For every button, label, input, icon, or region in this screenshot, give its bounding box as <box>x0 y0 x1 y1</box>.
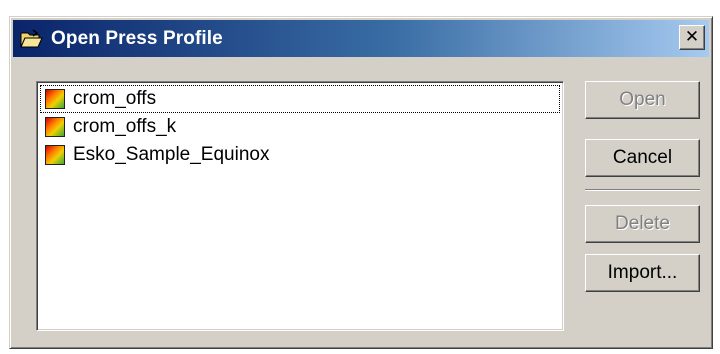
cancel-button[interactable]: Cancel <box>585 139 700 177</box>
title-bar[interactable]: Open Press Profile ✕ <box>13 20 709 57</box>
delete-button[interactable]: Delete <box>585 205 700 243</box>
button-separator <box>585 189 700 191</box>
press-profile-icon <box>45 145 65 165</box>
press-profile-list[interactable]: crom_offs crom_offs_k Esko_Sample_Equino… <box>36 81 564 331</box>
press-profile-icon <box>45 89 65 109</box>
list-item-label: crom_offs <box>73 88 157 109</box>
open-folder-icon <box>19 28 43 50</box>
list-item[interactable]: crom_offs <box>40 85 560 113</box>
dialog-title: Open Press Profile <box>51 27 223 49</box>
list-item-label: crom_offs_k <box>73 116 177 137</box>
close-icon: ✕ <box>684 27 700 47</box>
list-item[interactable]: Esko_Sample_Equinox <box>40 141 560 169</box>
list-item-label: Esko_Sample_Equinox <box>73 144 270 165</box>
import-button-label: Import... <box>607 262 678 283</box>
open-button[interactable]: Open <box>585 81 700 119</box>
close-button[interactable]: ✕ <box>679 25 705 50</box>
press-profile-icon <box>45 117 65 137</box>
list-item[interactable]: crom_offs_k <box>40 113 560 141</box>
open-button-label: Open <box>619 89 666 110</box>
delete-button-label: Delete <box>615 213 670 234</box>
import-button[interactable]: Import... <box>585 254 700 292</box>
cancel-button-label: Cancel <box>612 147 673 168</box>
open-press-profile-dialog: Open Press Profile ✕ crom_offs crom_offs… <box>9 16 713 349</box>
